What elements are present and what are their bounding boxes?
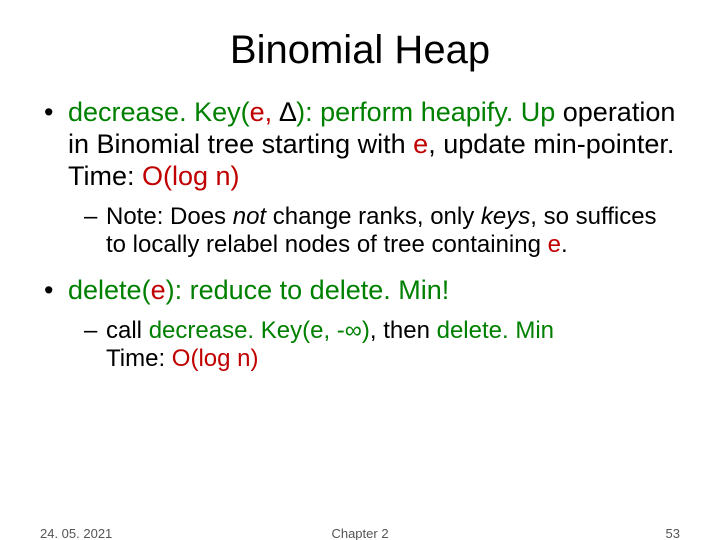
fn-close-delete: ): reduce to	[166, 275, 310, 305]
sub-call: decrease. Key(e, -	[149, 317, 345, 344]
sub-call-close: )	[362, 317, 370, 344]
bullet-decrease-key: decrease. Key(e, ∆): perform heapify. Up…	[40, 97, 680, 259]
arg-e: e,	[250, 97, 280, 127]
note-end: .	[561, 231, 568, 258]
footer-chapter: Chapter 2	[0, 526, 720, 540]
fn-close: ): perform	[296, 97, 421, 127]
sub-mid: , then	[370, 317, 437, 344]
sub-time: O(log n)	[172, 345, 259, 372]
sub-delete-min: delete. Min	[437, 317, 554, 344]
delete-sub-item: call decrease. Key(e, -∞), then delete. …	[84, 317, 680, 374]
time-complexity: O(log n)	[142, 161, 240, 191]
slide-body: decrease. Key(e, ∆): perform heapify. Up…	[40, 97, 680, 374]
note-e: e	[548, 231, 561, 258]
fn-name: decrease. Key(	[68, 97, 250, 127]
arg-e2: e	[413, 129, 428, 159]
footer-page-number: 53	[666, 526, 680, 540]
note-keys: keys	[481, 203, 530, 230]
note-prefix: Note: Does	[106, 203, 233, 230]
bullet-delete: delete(e): reduce to delete. Min! call d…	[40, 275, 680, 373]
delete-min: delete. Min!	[310, 275, 450, 305]
sub-infinity: ∞	[345, 317, 362, 344]
bullet-list: decrease. Key(e, ∆): perform heapify. Up…	[40, 97, 680, 374]
note-item: Note: Does not change ranks, only keys, …	[84, 203, 680, 260]
sub-prefix: call	[106, 317, 149, 344]
arg-e-delete: e	[151, 275, 166, 305]
sub-time-label: Time:	[106, 345, 172, 372]
sub-list-2: call decrease. Key(e, -∞), then delete. …	[84, 317, 680, 374]
heapify-up: heapify. Up	[421, 97, 556, 127]
note-not: not	[233, 203, 266, 230]
sub-list-1: Note: Does not change ranks, only keys, …	[84, 203, 680, 260]
arg-delta: ∆	[280, 97, 297, 127]
fn-name-delete: delete(	[68, 275, 151, 305]
note-mid: change ranks, only	[266, 203, 481, 230]
slide-title: Binomial Heap	[40, 28, 680, 73]
slide: Binomial Heap decrease. Key(e, ∆): perfo…	[0, 0, 720, 540]
